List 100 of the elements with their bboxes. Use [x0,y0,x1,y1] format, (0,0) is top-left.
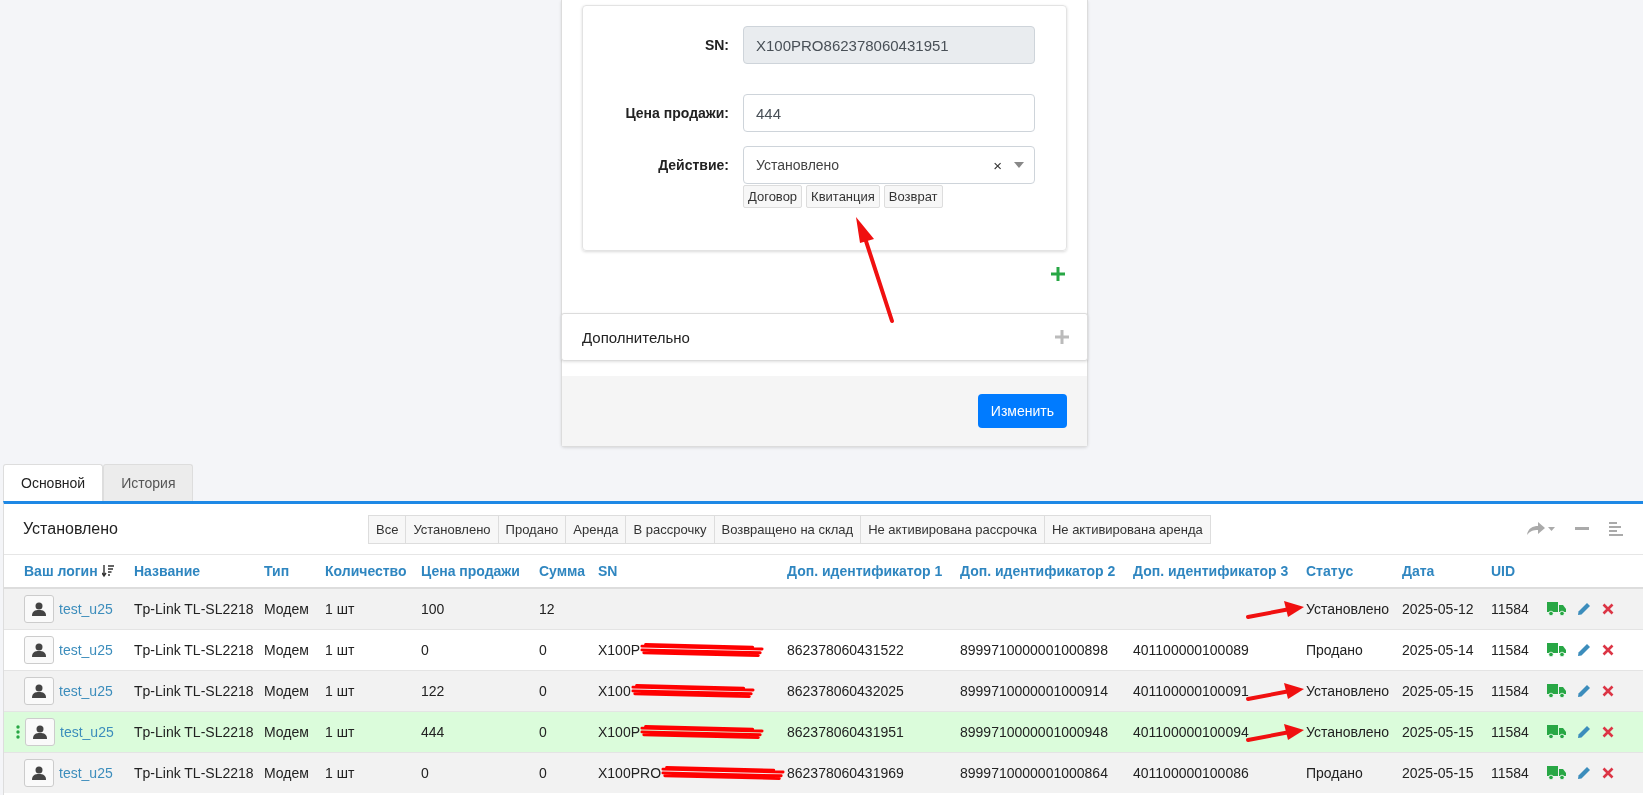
filter-button[interactable]: Не активирована рассрочка [860,514,1045,544]
column-header[interactable]: Название [134,563,201,579]
user-avatar-button[interactable] [24,636,54,664]
table-cell: Tp-Link TL-SL2218 [134,642,254,658]
clear-button[interactable]: × [993,156,1002,174]
table-cell: 8999710000001000898 [960,642,1108,658]
edit-icon[interactable] [1577,602,1591,616]
table-cell: 862378060431969 [787,765,904,781]
table-cell: Tp-Link TL-SL2218 [134,765,254,781]
user-icon [32,766,46,780]
truck-icon[interactable] [1547,725,1566,739]
column-header[interactable]: Количество [325,563,407,579]
user-icon [32,684,46,698]
filter-button[interactable]: В рассрочку [625,514,715,544]
table-cell: Модем [264,601,309,617]
delete-icon[interactable] [1602,644,1614,656]
field-label: Цена продажи: [624,105,730,121]
user-avatar-button[interactable] [25,718,55,746]
table-cell: 2025-05-12 [1402,601,1474,617]
column-header[interactable]: SN [598,563,618,579]
table-cell: 401100000100091 [1133,683,1249,699]
table-cell: 11584 [1491,724,1529,740]
document-button[interactable]: Квитанция [806,185,880,208]
column-header[interactable]: Статус [1306,563,1354,579]
column-header[interactable]: Доп. идентификатор 2 [960,563,1116,579]
edit-icon[interactable] [1577,643,1591,657]
tab[interactable]: История [103,464,194,501]
table-title: Установлено [23,520,119,538]
sort-icon[interactable] [101,564,114,578]
table-cell: X100 [598,683,631,699]
table-row[interactable]: test_u25 Tp-Link TL-SL2218 Модем 1 шт 444 0 X100P 862378060431951 8999710000001000948 401100000100094 Установлено 2025-05-15 11584 [4,711,1643,753]
action-select[interactable]: Установлено × [743,146,1035,184]
status-cell: Продано [1306,642,1363,658]
filter-button[interactable]: Все [368,514,407,544]
user-avatar-button[interactable] [24,677,54,705]
truck-icon[interactable] [1547,643,1566,657]
user-avatar-button[interactable] [24,759,54,787]
edit-icon[interactable] [1577,766,1591,780]
table-row[interactable]: test_u25 Tp-Link TL-SL2218 Модем 1 шт 100 12 Установлено 2025-05-12 11584 [4,588,1643,630]
tab[interactable]: Основной [3,464,104,501]
table-row[interactable]: test_u25 Tp-Link TL-SL2218 Модем 1 шт 0 0 X100P 862378060431522 8999710000001000898 401100000100089 Продано 2025-05-14 11584 [4,629,1643,671]
price-field[interactable]: 444 [743,94,1035,132]
table-cell: Tp-Link TL-SL2218 [134,601,254,617]
user-icon [32,602,46,616]
table-row[interactable]: test_u25 Tp-Link TL-SL2218 Модем 1 шт 122 0 X100 862378060432025 8999710000001000914 401100000100091 Установлено 2025-05-15 11584 [4,670,1643,712]
table-cell: 11584 [1491,601,1529,617]
table-row[interactable]: test_u25 Tp-Link TL-SL2218 Модем 1 шт 0 0 X100PRO 862378060431969 8999710000001000864 401100000100086 Продано 2025-05-15 11584 [4,752,1643,793]
column-header[interactable]: Доп. идентификатор 3 [1133,563,1289,579]
table-cell: Модем [264,724,309,740]
minimize-icon[interactable] [1575,527,1589,531]
drag-handle-icon[interactable] [16,725,20,739]
column-header[interactable]: UID [1491,563,1516,579]
collapsible-section[interactable]: Дополнительно [561,313,1088,361]
table-cell: 401100000100086 [1133,765,1249,781]
filter-button[interactable]: Аренда [565,514,627,544]
user-icon [32,643,46,657]
table-cell: 2025-05-15 [1402,683,1474,699]
add-icon[interactable] [1051,267,1065,281]
table-cell: X100PRO [598,765,662,781]
document-button[interactable]: Возврат [883,185,943,208]
user-icon [33,725,47,739]
column-header[interactable]: Цена продажи [421,563,520,579]
caret-icon [1014,162,1024,168]
table-cell: Tp-Link TL-SL2218 [134,724,254,740]
delete-icon[interactable] [1602,767,1614,779]
submit-button[interactable]: Изменить [977,394,1067,428]
table-cell: 401100000100089 [1133,642,1249,658]
column-header[interactable]: Дата [1402,563,1435,579]
delete-icon[interactable] [1602,726,1614,738]
truck-icon[interactable] [1547,684,1566,698]
table-cell: 8999710000001000948 [960,724,1108,740]
column-header[interactable]: Ваш логин [24,563,98,579]
column-header[interactable]: Тип [264,563,290,579]
delete-icon[interactable] [1602,685,1614,697]
filter-button[interactable]: Возвращено на склад [713,514,862,544]
truck-icon[interactable] [1547,766,1566,780]
edit-icon[interactable] [1577,684,1591,698]
login-link[interactable]: test_u25 [59,642,113,658]
filter-button[interactable]: Не активирована аренда [1043,514,1211,544]
document-button[interactable]: Договор [743,185,803,208]
filter-button[interactable]: Продано [497,514,567,544]
align-left-icon[interactable] [1609,522,1623,536]
delete-icon[interactable] [1602,603,1614,615]
status-cell: Установлено [1306,601,1390,617]
user-avatar-button[interactable] [24,595,54,623]
column-header[interactable]: Доп. идентификатор 1 [787,563,943,579]
status-cell: Продано [1306,765,1363,781]
table-cell: 0 [539,765,547,781]
sn-field[interactable]: X100PRO862378060431951 [743,26,1035,64]
edit-icon[interactable] [1577,725,1591,739]
column-header[interactable]: Сумма [539,563,586,579]
share-dropdown-icon[interactable] [1527,522,1555,536]
field-label: Действие: [657,157,730,173]
table-cell: 1 шт [325,724,355,740]
table-cell: 11584 [1491,765,1529,781]
truck-icon[interactable] [1547,602,1566,616]
table-cell: 444 [421,724,445,740]
table-cell: 1 шт [325,765,355,781]
filter-button[interactable]: Установлено [405,514,499,544]
table-cell: 12 [539,601,555,617]
